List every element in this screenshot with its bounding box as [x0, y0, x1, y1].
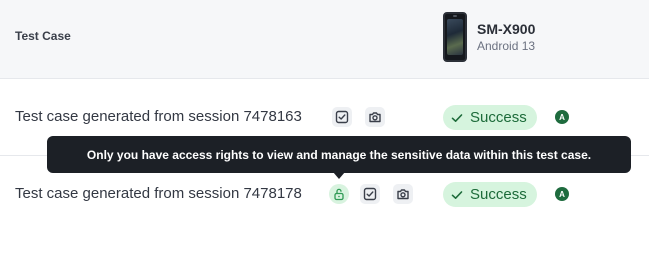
- tooltip-arrow: [333, 172, 345, 179]
- device-header: SM-X900 Android 13: [443, 11, 535, 63]
- avatar: A: [555, 110, 569, 124]
- test-case-title[interactable]: Test case generated from session 7478178: [15, 185, 302, 202]
- camera-icon[interactable]: [393, 184, 413, 204]
- camera-icon[interactable]: [365, 107, 385, 127]
- table-header: Test Case SM-X900 Android 13: [0, 0, 649, 79]
- sensitive-data-tooltip: Only you have access rights to view and …: [47, 136, 631, 173]
- lock-open-icon[interactable]: [329, 184, 349, 204]
- avatar: A: [555, 187, 569, 201]
- check-icon: [451, 190, 463, 199]
- column-title-test-case: Test Case: [15, 29, 71, 43]
- phone-icon: [443, 12, 467, 62]
- test-case-table: Test Case SM-X900 Android 13 Test case g…: [0, 0, 649, 256]
- check-icon: [451, 113, 463, 122]
- device-os: Android 13: [477, 38, 536, 53]
- status-label: Success: [470, 109, 527, 126]
- table-row: Test case generated from session 7478163…: [0, 96, 649, 138]
- test-case-title[interactable]: Test case generated from session 7478163: [15, 108, 302, 125]
- status-label: Success: [470, 186, 527, 203]
- checkbox-icon[interactable]: [360, 184, 380, 204]
- device-name: SM-X900: [477, 20, 536, 37]
- table-row: Test case generated from session 7478178…: [0, 173, 649, 215]
- status-badge: Success: [443, 105, 537, 130]
- checkbox-icon[interactable]: [332, 107, 352, 127]
- status-badge: Success: [443, 182, 537, 207]
- device-info: SM-X900 Android 13: [477, 20, 535, 55]
